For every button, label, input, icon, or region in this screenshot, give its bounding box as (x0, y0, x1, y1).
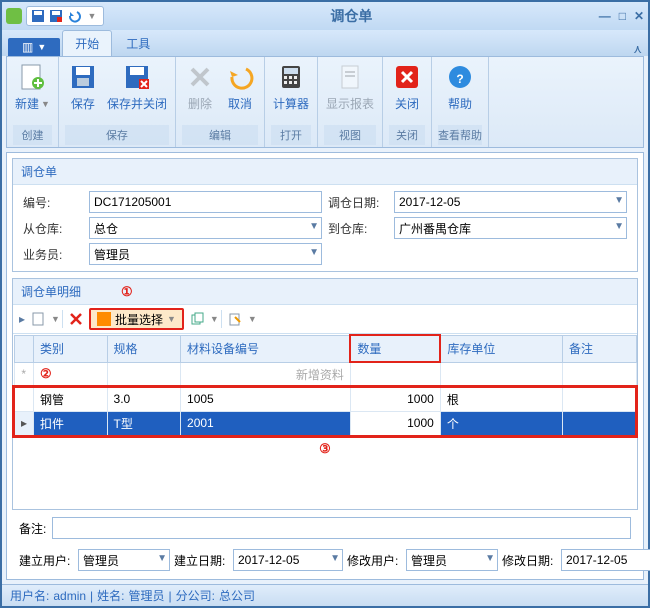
app-window: ▼ 调仓单 — □ ✕ ▥▼ 开始 工具 ⋏ 新建▼ 创建 保存 (0, 0, 650, 608)
dropdown-icon[interactable]: ▼ (248, 314, 257, 324)
detail-pane-title: 调仓单明细 ① (13, 279, 637, 305)
col-unit[interactable]: 库存单位 (440, 335, 562, 362)
group-create: 新建▼ 创建 (7, 57, 59, 147)
chevron-down-icon[interactable]: ▼ (309, 247, 319, 258)
group-edit: 删除 取消 编辑 (176, 57, 265, 147)
saveclose-button[interactable]: 保存并关闭 (105, 59, 169, 112)
tab-tools[interactable]: 工具 (114, 31, 162, 56)
cu-input[interactable]: 管理员▼ (78, 549, 170, 571)
delete-row-button[interactable] (65, 308, 87, 330)
copy-button[interactable] (186, 308, 208, 330)
cancel-button[interactable]: 取消 (222, 59, 258, 112)
new-row-placeholder[interactable]: * ② 新增资料 (14, 362, 636, 387)
qat-save-icon[interactable] (30, 8, 46, 24)
qat-saveclose-icon[interactable] (48, 8, 64, 24)
chevron-down-icon[interactable]: ▼ (309, 221, 319, 232)
mark-2: ② (40, 366, 52, 381)
delete-button[interactable]: 删除 (182, 59, 218, 112)
file-tab[interactable]: ▥▼ (8, 38, 60, 56)
ribbon: 新建▼ 创建 保存 保存并关闭 保存 删除 取消 编辑 计算器 打开 (6, 56, 644, 148)
from-input[interactable]: 总仓▼ (89, 217, 322, 239)
dropdown-icon[interactable]: ▼ (210, 314, 219, 324)
chevron-down-icon[interactable]: ▼ (614, 221, 624, 232)
close-button[interactable]: 关闭 (389, 59, 425, 112)
group-help: ?帮助 查看帮助 (432, 57, 489, 147)
col-qty[interactable]: 数量 (350, 335, 440, 362)
status-name-label: 姓名: (97, 587, 124, 604)
table-row[interactable]: 钢管 3.0 1005 1000 根 (14, 387, 636, 412)
group-save: 保存 保存并关闭 保存 (59, 57, 176, 147)
ribbon-tabstrip: ▥▼ 开始 工具 ⋏ (2, 30, 648, 56)
status-branch-value: 总公司 (219, 587, 255, 604)
quick-access-toolbar: ▼ (26, 6, 104, 26)
col-category[interactable]: 类别 (34, 335, 108, 362)
date-input[interactable]: 2017-12-05▼ (394, 191, 627, 213)
list-icon (97, 312, 111, 326)
save-button[interactable]: 保存 (65, 59, 101, 112)
dropdown-icon[interactable]: ▼ (51, 314, 60, 324)
mu-label: 修改用户: (347, 552, 402, 569)
status-bar: 用户名: admin | 姓名: 管理员 | 分公司: 总公司 (2, 584, 648, 606)
mark-3: ③ (319, 441, 331, 456)
mu-input[interactable]: 管理员▼ (406, 549, 498, 571)
group-view: 显示报表 视图 (318, 57, 383, 147)
maximize-button[interactable]: □ (619, 9, 626, 23)
cd-input[interactable]: 2017-12-05▼ (233, 549, 343, 571)
calculator-button[interactable]: 计算器 (271, 59, 311, 112)
col-code[interactable]: 材料设备编号 (181, 335, 351, 362)
app-icon (6, 8, 22, 24)
tab-start[interactable]: 开始 (62, 30, 112, 56)
footer-form: 建立用户: 管理员▼ 建立日期: 2017-12-05▼ 修改用户: 管理员▼ … (9, 543, 641, 577)
status-user-value: admin (53, 589, 86, 603)
from-label: 从仓库: (23, 220, 83, 237)
col-note[interactable]: 备注 (562, 335, 636, 362)
content-area: 调仓单 编号: DC171205001 调仓日期: 2017-12-05▼ 从仓… (6, 152, 644, 580)
detail-pane: 调仓单明细 ① ▸ ▼ 批量选择 ▼ ▼ ▼ (12, 278, 638, 510)
help-button[interactable]: ?帮助 (442, 59, 478, 112)
qat-dropdown-icon[interactable]: ▼ (84, 8, 100, 24)
ribbon-collapse-icon[interactable]: ⋏ (627, 42, 648, 56)
no-input[interactable]: DC171205001 (89, 191, 322, 213)
cd-label: 建立日期: (174, 552, 229, 569)
chevron-down-icon[interactable]: ▼ (614, 195, 624, 206)
group-close: 关闭 关闭 (383, 57, 432, 147)
detail-toolbar: ▸ ▼ 批量选择 ▼ ▼ ▼ (13, 305, 637, 334)
report-button[interactable]: 显示报表 (324, 59, 376, 112)
header-pane-title: 调仓单 (13, 159, 637, 185)
col-spec[interactable]: 规格 (107, 335, 181, 362)
md-input[interactable]: 2017-12-05▼ (561, 549, 650, 571)
note-row: 备注: (9, 513, 641, 543)
titlebar: ▼ 调仓单 — □ ✕ (2, 2, 648, 30)
date-label: 调仓日期: (328, 194, 388, 211)
qat-undo-icon[interactable] (66, 8, 82, 24)
no-label: 编号: (23, 194, 83, 211)
note-input[interactable] (52, 517, 631, 539)
close-window-button[interactable]: ✕ (634, 9, 644, 23)
group-open: 计算器 打开 (265, 57, 318, 147)
cu-label: 建立用户: (19, 552, 74, 569)
op-input[interactable]: 管理员▼ (89, 243, 322, 265)
minimize-button[interactable]: — (599, 9, 611, 23)
note-label: 备注: (19, 520, 46, 537)
new-button[interactable]: 新建▼ (13, 59, 52, 112)
indicator-icon: ▸ (19, 312, 25, 326)
detail-table: 类别 规格 材料设备编号 数量 库存单位 备注 * ② 新增资料 (13, 334, 637, 437)
new-row-button[interactable] (27, 308, 49, 330)
svg-text:?: ? (456, 72, 463, 86)
status-branch-label: 分公司: (176, 587, 215, 604)
op-label: 业务员: (23, 246, 83, 263)
to-input[interactable]: 广州番禺仓库▼ (394, 217, 627, 239)
mark-1: ① (121, 284, 133, 300)
window-title: 调仓单 (104, 6, 599, 26)
status-name-value: 管理员 (129, 587, 165, 604)
header-pane: 调仓单 编号: DC171205001 调仓日期: 2017-12-05▼ 从仓… (12, 158, 638, 272)
md-label: 修改日期: (502, 552, 557, 569)
table-row-selected[interactable]: ▸ 扣件 T型 2001 1000 个 (14, 411, 636, 436)
status-user-label: 用户名: (10, 587, 49, 604)
to-label: 到仓库: (328, 220, 388, 237)
batch-select-button[interactable]: 批量选择 ▼ (89, 308, 184, 330)
edit-button[interactable] (224, 308, 246, 330)
